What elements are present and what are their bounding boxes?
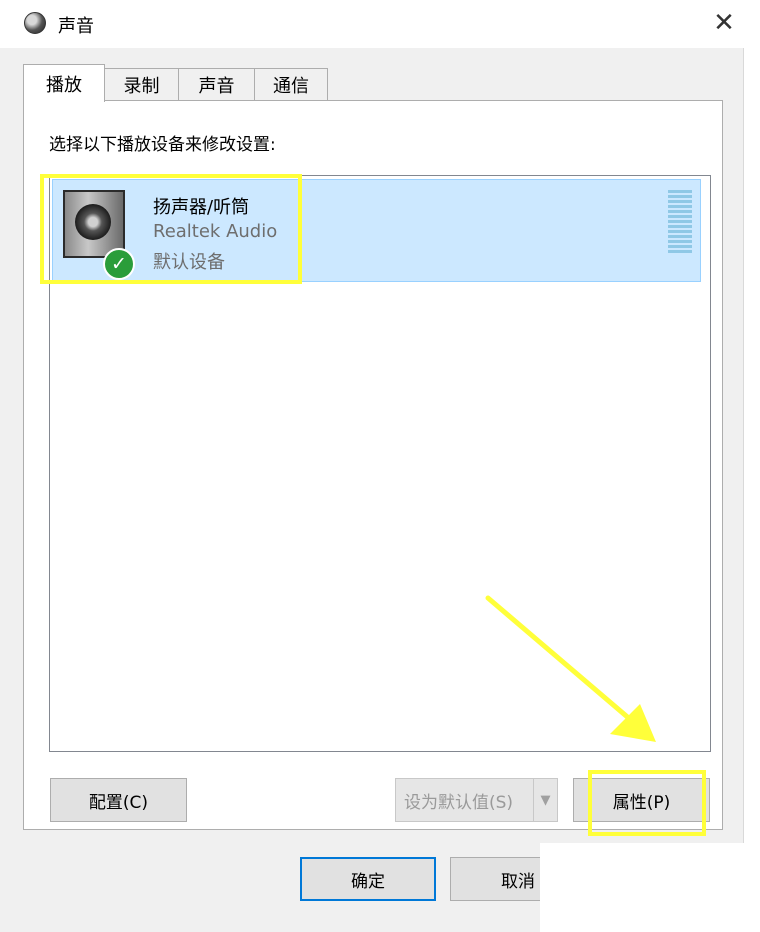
tab-sounds[interactable]: 声音 [178, 68, 255, 101]
instruction-text: 选择以下播放设备来修改设置: [49, 135, 276, 155]
close-icon[interactable]: ✕ [708, 6, 740, 40]
device-driver: Realtek Audio [153, 221, 278, 242]
tab-playback[interactable]: 播放 [23, 64, 105, 102]
device-row-speakers[interactable] [52, 179, 701, 282]
sound-dialog: 声音 ✕ 播放 录制 声音 通信 选择以下播放设备来修改设置: ✓ 扬声器/听筒… [0, 0, 744, 932]
window-title: 声音 [58, 16, 94, 37]
ok-button[interactable]: 确定 [300, 857, 436, 901]
title-bar: 声音 ✕ [0, 0, 744, 48]
device-status: 默认设备 [153, 252, 225, 273]
cropped-corner [540, 843, 760, 932]
volume-level-meter [668, 190, 692, 254]
tab-recording[interactable]: 录制 [104, 68, 179, 101]
speaker-cone [75, 204, 111, 240]
speaker-app-icon [24, 12, 46, 34]
check-icon: ✓ [103, 248, 135, 280]
tab-communications[interactable]: 通信 [254, 68, 328, 101]
device-name: 扬声器/听筒 [153, 197, 250, 218]
chevron-down-icon[interactable]: ▼ [533, 778, 557, 822]
properties-button[interactable]: 属性(P) [573, 778, 710, 822]
configure-button[interactable]: 配置(C) [50, 778, 187, 822]
